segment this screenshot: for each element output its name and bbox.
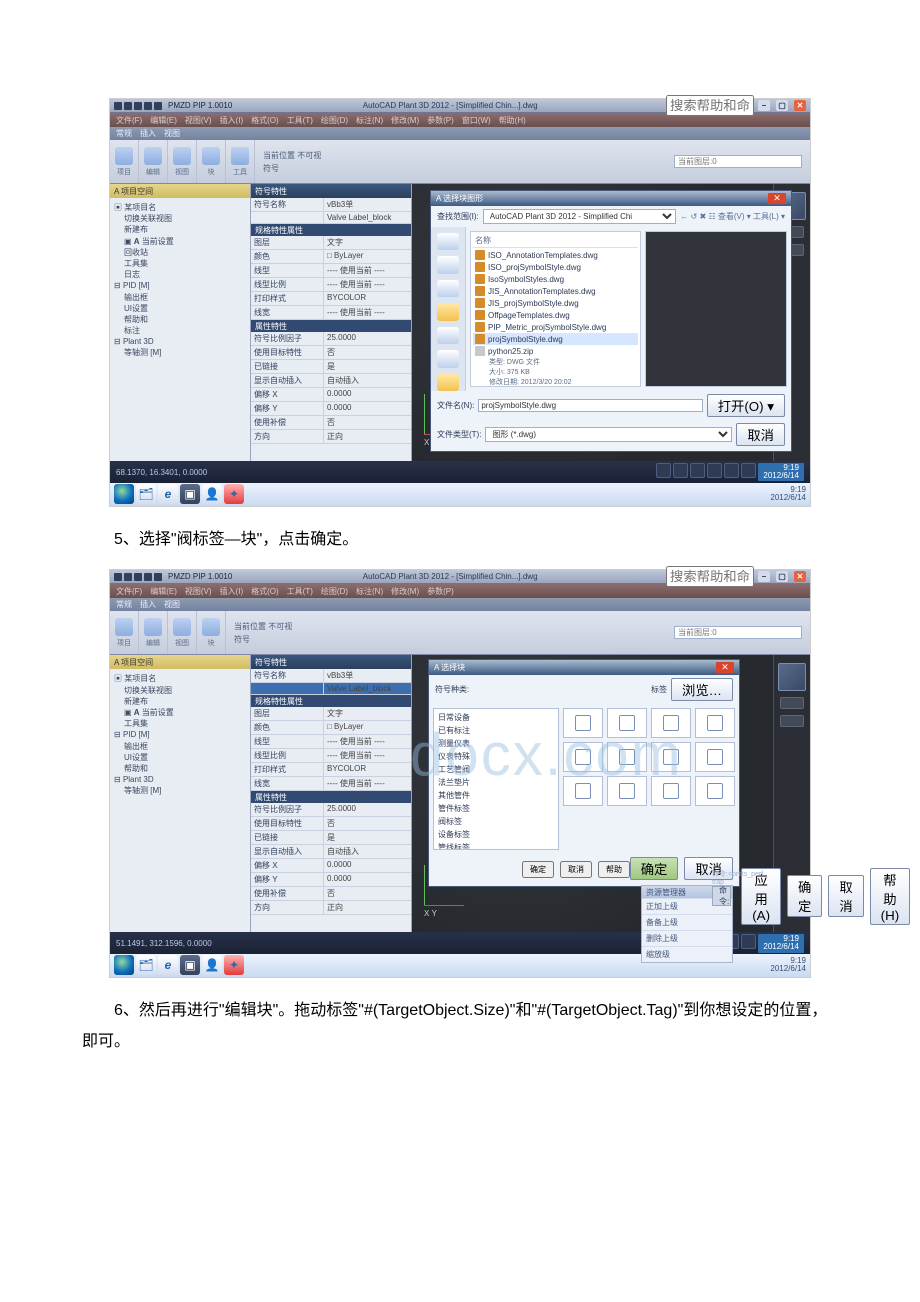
lookin-label: 查找范围(I): (437, 211, 479, 222)
ok-button[interactable]: 确定 (522, 861, 554, 878)
help-button[interactable]: 帮助(H) (870, 868, 911, 925)
ok-button[interactable]: 确定 (787, 875, 822, 917)
label-tag-lab: 标签 (651, 684, 667, 695)
help-search[interactable] (662, 95, 758, 116)
command-hint: 命令:<prtits_perf trap (712, 869, 773, 886)
qat-icons[interactable] (110, 102, 162, 110)
tool-caption: 符号 (263, 163, 321, 174)
dialog-toolbar[interactable]: ← ↺ ✖ ☷ 查看(V) ▾ 工具(L) ▾ (680, 211, 785, 222)
ok-button[interactable]: 确定 (630, 857, 679, 880)
dialog-title: A 选择块 (434, 662, 465, 673)
places-bar[interactable] (431, 227, 466, 391)
tool-cell: 视图 (168, 140, 197, 183)
close-icon[interactable]: ✕ (768, 193, 786, 204)
ribbon-tabs[interactable]: 常规插入视图 (110, 127, 810, 140)
status-icon[interactable] (690, 463, 705, 478)
tool-cell: 工具 (226, 140, 255, 183)
lookin-combo[interactable]: AutoCAD Plant 3D 2012 - Simplified Chi (483, 209, 677, 224)
taskbar[interactable]: 🗂 e ▣ 👤 ✦ 9:192012/6/14 (110, 481, 810, 506)
screenshot-1: PMZD PIP 1.0010 AutoCAD Plant 3D 2012 - … (109, 98, 811, 507)
tool-cell: 块 (197, 140, 226, 183)
file-item-selected: projSymbolStyle.dwg (473, 333, 638, 345)
preview-pane (645, 231, 787, 387)
properties-panel[interactable]: 符号特性 符号名称vBb3单 Valve Label_block 规格特性属性 … (251, 184, 412, 461)
max-button[interactable]: ▢ (776, 100, 788, 111)
nav-icon[interactable] (780, 697, 804, 709)
ribbon-panel[interactable]: 项目 编辑 视图 块 工具 当前位置 不可视 符号 (110, 140, 810, 184)
taskbar-icon[interactable]: 👤 (202, 484, 222, 504)
title-bar: PMZD PIP 1.0010 AutoCAD Plant 3D 2012 - … (110, 99, 810, 113)
status-icon[interactable] (724, 463, 739, 478)
close-button[interactable]: ✕ (794, 100, 806, 111)
dialog-title: A 选择块图形 (436, 193, 483, 204)
model-space[interactable]: X Y A 选择块图形 ✕ 查找范围(I): AutoCAD Plant 3D … (412, 184, 773, 461)
start-icon[interactable] (114, 484, 134, 504)
cancel-button[interactable]: 取消 (560, 861, 592, 878)
file-list[interactable]: 名称 ISO_AnnotationTemplates.dwg ISO_projS… (470, 231, 641, 387)
close-icon[interactable]: ✕ (716, 662, 734, 673)
properties-header: 符号特性 (251, 184, 411, 198)
instruction-5: 5、选择"阀标签—块"，点击确定。 (70, 525, 850, 555)
coords-readout: 68.1370, 16.3401, 0.0000 (116, 468, 207, 477)
layer-combo[interactable] (674, 155, 802, 168)
coords-readout: 51.1491, 312.1596, 0.0000 (116, 939, 212, 948)
screenshot-2: PMZD PIP 1.0010 AutoCAD Plant 3D 2012 - … (109, 569, 811, 978)
cancel-button[interactable]: 取消 (736, 423, 785, 446)
block-thumbnails[interactable] (563, 708, 735, 850)
status-icon[interactable] (741, 463, 756, 478)
viewcube-icon[interactable] (778, 663, 806, 691)
project-panel-title: A 项目空间 (110, 184, 250, 198)
command-bar[interactable]: 命令: 应用(A) 确定 取消 帮助(H) (712, 886, 731, 906)
browse-button[interactable]: 浏览… (671, 678, 733, 701)
help-button[interactable]: 帮助 (598, 861, 630, 878)
status-icon[interactable] (673, 463, 688, 478)
tool-caption: 当前位置 不可视 (263, 150, 321, 161)
select-block-dialog[interactable]: A 选择块 ✕ 符号种类: 标签 浏览… 日常设备 已有标注 (428, 659, 740, 887)
taskbar-icon[interactable]: ▣ (180, 484, 200, 504)
status-icon[interactable] (656, 463, 671, 478)
app-title-center: AutoCAD Plant 3D 2012 - [Simplified Chin… (238, 101, 662, 110)
tool-cell: 项目 (110, 140, 139, 183)
status-icon[interactable] (707, 463, 722, 478)
taskbar-icon[interactable]: ✦ (224, 484, 244, 504)
project-tree-panel[interactable]: A 项目空间 ▣ 某项目名 切换关联视图 新建布 ▣ A 当前设置 回收站 工具… (110, 184, 251, 461)
start-icon[interactable] (114, 955, 134, 975)
instruction-6: 6、然后再进行"编辑块"。拖动标签"#(TargetObject.Size)"和… (70, 996, 850, 1057)
system-clock: 9:192012/6/14 (770, 486, 806, 503)
cancel-button[interactable]: 取消 (828, 875, 863, 917)
filename-input[interactable] (478, 399, 702, 412)
open-button[interactable]: 打开(O) ▾ (707, 394, 785, 417)
app-title-left: PMZD PIP 1.0010 (162, 101, 238, 110)
taskbar-icon[interactable]: 🗂 (136, 484, 156, 504)
tool-cell: 编辑 (139, 140, 168, 183)
min-button[interactable]: – (758, 100, 770, 111)
ie-icon[interactable]: e (158, 484, 178, 504)
status-bar: 68.1370, 16.3401, 0.0000 9:192012/6/14 (110, 461, 810, 483)
filetype-combo[interactable]: 图形 (*.dwg) (485, 427, 732, 442)
category-list[interactable]: 日常设备 已有标注 测量仪表 仪表特殊 工艺管阀 法兰垫片 其他管件 管件标签 … (433, 708, 559, 850)
open-file-dialog[interactable]: A 选择块图形 ✕ 查找范围(I): AutoCAD Plant 3D 2012… (430, 190, 792, 452)
nav-icon[interactable] (780, 715, 804, 727)
